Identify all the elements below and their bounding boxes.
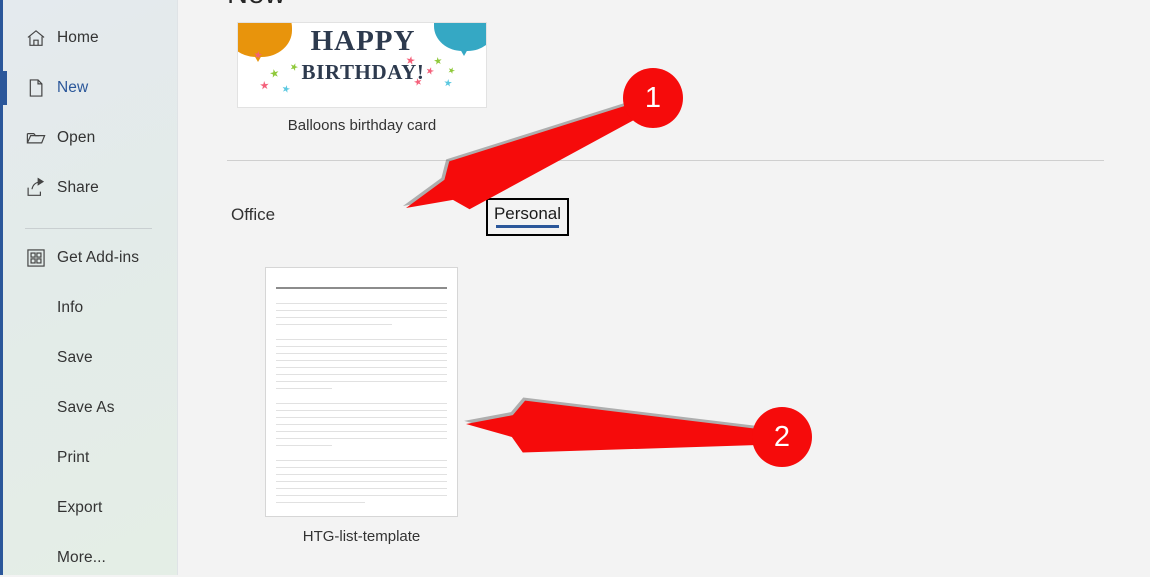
sidebar-item-label: Save As — [57, 399, 115, 416]
template-preview-line — [276, 360, 447, 361]
confetti-star-icon — [433, 56, 442, 65]
template-preview-line — [276, 388, 333, 389]
balloon-teal-icon — [434, 23, 486, 51]
template-preview-line — [276, 488, 447, 489]
annotation-marker-1: 1 — [623, 68, 683, 128]
confetti-star-icon — [405, 55, 415, 65]
confetti-star-icon — [289, 62, 299, 72]
template-preview-line — [276, 467, 447, 468]
template-caption-balloons-birthday-card: Balloons birthday card — [287, 117, 437, 134]
confetti-star-icon — [269, 68, 280, 79]
template-page-preview — [276, 279, 447, 505]
word-backstage-new-screen: Home New Open Share Get Add-ins Info Save Save … — [0, 0, 1150, 575]
template-preview-line — [276, 445, 333, 446]
sidebar-item-label: More... — [57, 549, 106, 566]
sidebar-item-export[interactable]: Export — [0, 489, 178, 527]
template-preview-line — [276, 381, 447, 382]
content-section-divider — [227, 160, 1104, 161]
sidebar-item-label: Save — [57, 349, 93, 366]
balloon-orange-icon — [238, 23, 292, 57]
sidebar-item-label: Print — [57, 449, 90, 466]
template-preview-line — [276, 417, 447, 418]
annotation-marker-number: 1 — [644, 81, 662, 114]
sidebar-item-home[interactable]: Home — [0, 19, 178, 57]
template-caption-htg-list-template: HTG-list-template — [302, 528, 421, 545]
template-preview-line — [276, 324, 393, 325]
confetti-star-icon — [260, 81, 270, 91]
template-preview-line — [276, 317, 447, 318]
sidebar-item-new[interactable]: New — [0, 69, 178, 107]
template-tile-balloons-birthday-card[interactable]: HAPPY BIRTHDAY! — [237, 22, 487, 108]
template-preview-line — [276, 339, 447, 340]
tab-personal-active-underline — [496, 225, 559, 228]
sidebar-item-label: Export — [57, 499, 103, 516]
template-preview-line — [276, 460, 447, 461]
share-icon — [25, 177, 47, 199]
annotation-marker-number: 2 — [773, 420, 791, 453]
document-icon — [25, 77, 47, 99]
template-preview-line — [276, 374, 447, 375]
home-icon — [25, 27, 47, 49]
template-preview-line — [276, 287, 447, 289]
sidebar-item-label: New — [57, 79, 89, 96]
confetti-star-icon — [281, 84, 291, 94]
template-preview-line — [276, 474, 447, 475]
sidebar-item-more[interactable]: More... — [0, 539, 178, 577]
sidebar-item-label: Open — [57, 129, 96, 146]
template-preview-line — [276, 481, 447, 482]
template-preview-line — [276, 353, 447, 354]
tab-personal-label: Personal — [493, 204, 562, 223]
template-preview-line — [276, 502, 365, 503]
template-preview-line — [276, 495, 447, 496]
template-tile-htg-list-template[interactable] — [265, 267, 458, 517]
template-preview-line — [276, 310, 447, 311]
template-preview-line — [276, 367, 447, 368]
template-preview-line — [276, 431, 447, 432]
confetti-star-icon — [425, 66, 435, 76]
annotation-marker-2: 2 — [752, 407, 812, 467]
sidebar-separator — [25, 228, 152, 229]
sidebar-item-share[interactable]: Share — [0, 169, 178, 207]
sidebar-item-open[interactable]: Open — [0, 119, 178, 157]
confetti-star-icon — [447, 66, 456, 75]
sidebar-item-label: Info — [57, 299, 84, 316]
tab-office[interactable]: Office — [231, 205, 275, 225]
page-title: New — [227, 0, 286, 11]
confetti-star-icon — [413, 77, 423, 87]
template-preview-line — [276, 403, 447, 404]
backstage-sidebar: Home New Open Share Get Add-ins Info Save Save … — [0, 0, 178, 575]
sidebar-item-save-as[interactable]: Save As — [0, 389, 178, 427]
balloon-teal-knot-icon — [460, 49, 468, 56]
sidebar-item-save[interactable]: Save — [0, 339, 178, 377]
template-preview-line — [276, 410, 447, 411]
confetti-star-icon — [444, 79, 453, 88]
tab-personal[interactable]: Personal — [486, 198, 569, 236]
template-preview-line — [276, 346, 447, 347]
sidebar-item-info[interactable]: Info — [0, 289, 178, 327]
template-preview-line — [276, 438, 447, 439]
sidebar-item-label: Get Add-ins — [57, 249, 140, 266]
addins-icon — [25, 247, 47, 269]
sidebar-item-label: Share — [57, 179, 99, 196]
template-preview-line — [276, 424, 447, 425]
template-preview-line — [276, 303, 447, 304]
sidebar-item-print[interactable]: Print — [0, 439, 178, 477]
sidebar-item-label: Home — [57, 29, 99, 46]
folder-icon — [25, 127, 47, 149]
sidebar-selection-indicator — [3, 71, 7, 105]
sidebar-item-get-add-ins[interactable]: Get Add-ins — [0, 239, 178, 277]
